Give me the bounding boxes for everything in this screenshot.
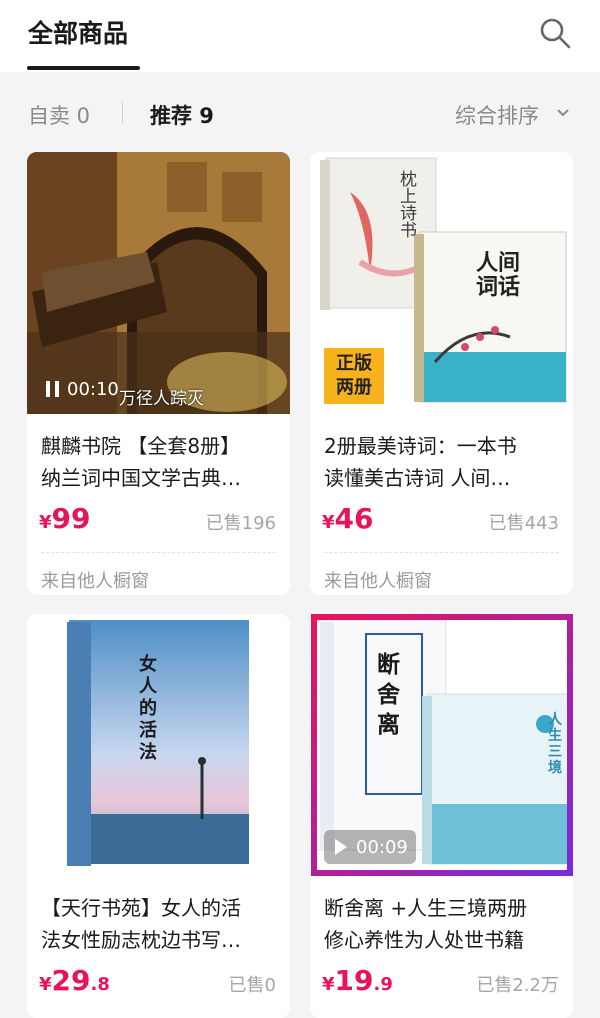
video-indicator: 00:10 [45, 374, 119, 404]
product-card[interactable]: 枕上诗书 人间词话 正版 两册 2册最美诗词：一本书 读懂美古诗词 人间… ¥4… [310, 152, 573, 595]
sold-count: 已售0 [228, 975, 276, 996]
product-title[interactable]: 2册最美诗词：一本书 读懂美古诗词 人间… [324, 430, 560, 494]
product-price: ¥46 [322, 502, 374, 535]
book1-title: 枕上诗书 [396, 170, 416, 238]
chevron-down-icon[interactable] [556, 106, 570, 120]
product-title[interactable]: 麒麟书院 【全套8册】 纳兰词中国文学古典… [41, 430, 277, 494]
product-price: ¥19.9 [322, 964, 393, 997]
card-divider [324, 552, 559, 553]
top-header: 全部商品 [0, 0, 600, 72]
sold-count: 已售2.2万 [476, 975, 559, 996]
filter-bar: 自卖 0 推荐 9 综合排序 [0, 72, 600, 152]
product-image[interactable]: 枕上诗书 人间词话 正版 两册 [310, 152, 573, 414]
product-title[interactable]: 断舍离 +人生三境两册 修心养性为人处世书籍 [324, 892, 560, 956]
product-card[interactable]: 女人的活法 【天行书苑】女人的活 法女性励志枕边书写… ¥29.8 已售0 [27, 614, 290, 1018]
active-tab-underline [27, 66, 140, 70]
play-icon [335, 839, 347, 855]
book1-title: 断舍离 [377, 652, 400, 738]
pause-icon [46, 381, 59, 397]
sort-dropdown[interactable]: 综合排序 [455, 100, 539, 130]
card-divider [41, 552, 276, 553]
product-title[interactable]: 【天行书苑】女人的活 法女性励志枕边书写… [41, 892, 277, 956]
video-indicator: 00:09 [324, 830, 416, 864]
video-duration: 00:10 [67, 378, 119, 400]
product-source: 来自他人橱窗 [324, 571, 432, 592]
filter-self-sold[interactable]: 自卖 0 [28, 100, 90, 130]
product-card[interactable]: 00:10 万径人踪灭 麒麟书院 【全套8册】 纳兰词中国文学古典… ¥99 已… [27, 152, 290, 595]
book-title: 女人的活法 [139, 654, 157, 763]
product-video-thumbnail[interactable]: 断舍离 人生三境 00:09 [310, 614, 573, 876]
video-caption: 万径人踪灭 [119, 389, 204, 409]
stamp-label: 正版 两册 [336, 353, 372, 398]
filter-divider [122, 102, 123, 124]
book2-title: 人间词话 [476, 251, 521, 300]
product-card[interactable]: 断舍离 人生三境 00:09 断舍离 +人生三境两册 修心养性为人处世书籍 ¥1… [310, 614, 573, 1018]
book2-title: 人生三境 [548, 712, 562, 776]
product-video-thumbnail[interactable]: 00:10 万径人踪灭 [27, 152, 290, 414]
page-title[interactable]: 全部商品 [28, 14, 128, 50]
search-icon[interactable] [538, 16, 572, 50]
product-price: ¥99 [39, 502, 91, 535]
product-source: 来自他人橱窗 [41, 571, 149, 592]
filter-recommended[interactable]: 推荐 9 [150, 100, 214, 130]
product-image[interactable]: 女人的活法 [27, 614, 290, 876]
sold-count: 已售443 [488, 513, 559, 534]
sold-count: 已售196 [205, 513, 276, 534]
video-duration: 00:09 [356, 836, 408, 858]
product-price: ¥29.8 [39, 964, 110, 997]
